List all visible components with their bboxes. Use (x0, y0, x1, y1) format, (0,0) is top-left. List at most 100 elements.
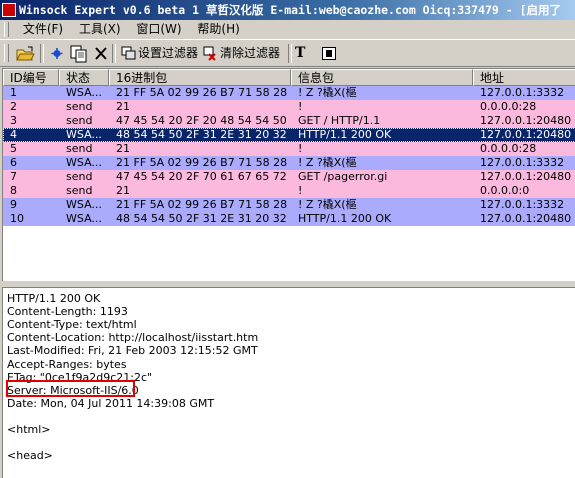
packet-list-header: ID编号 状态 16进制包 信息包 地址 (3, 69, 575, 86)
open-folder-icon[interactable] (14, 43, 36, 64)
table-row[interactable]: 8 send 21! 0.0.0.0:0 (3, 184, 575, 198)
cell-hex: 48 54 54 50 2F 31 2E 31 20 32 3... (116, 212, 291, 225)
table-row[interactable]: 10 WSA... 48 54 54 50 2F 31 2E 31 20 32 3.… (3, 212, 575, 226)
window-title-bar[interactable]: Winsock Expert v0.6 beta 1 草哲汉化版 E-mail:… (0, 0, 575, 20)
clear-filter-icon (203, 46, 216, 61)
toolbar-separator (288, 44, 292, 63)
detail-line: <html> (7, 423, 51, 436)
cell-addr: 127.0.0.1:3332 (480, 156, 565, 169)
table-row[interactable]: 7 send 47 45 54 20 2F 70 61 67 65 72 72...… (3, 170, 575, 184)
toolbar-grip (4, 44, 9, 62)
cell-status: send (66, 100, 93, 113)
cell-id: 3 (10, 114, 17, 127)
detail-line: Accept-Ranges: bytes (7, 357, 127, 371)
copy-icon[interactable] (68, 43, 90, 64)
table-row[interactable]: 9 WSA... 21 FF 5A 02 99 26 B7 71 58 28 B..… (3, 198, 575, 212)
detail-line: <head> (7, 449, 53, 463)
cell-hex: 21 FF 5A 02 99 26 B7 71 58 28 B... (116, 156, 291, 169)
clear-filter-label: 清除过滤器 (220, 46, 281, 60)
detail-line: Date: Mon, 04 Jul 2011 14:39:08 GMT (7, 396, 215, 410)
menu-file[interactable]: 文件(F) (17, 20, 69, 39)
cell-packet: HTTP/1.1 200 OK (298, 128, 392, 141)
cell-addr: 127.0.0.1:3332 (480, 198, 565, 211)
menu-tools[interactable]: 工具(X) (73, 20, 127, 39)
cell-packet: ! Z ?橇X(樞 (298, 198, 357, 211)
toolbar-separator (112, 44, 116, 63)
window-title: Winsock Expert v0.6 beta 1 草哲汉化版 E-mail:… (19, 3, 562, 17)
table-row[interactable]: 5 send 21! 0.0.0.0:28 (3, 142, 575, 156)
cell-status: WSA... (66, 86, 102, 99)
cell-packet: ! (298, 142, 303, 155)
cell-id: 8 (10, 184, 17, 197)
cell-id: 5 (10, 142, 17, 155)
window-view-icon[interactable] (320, 43, 338, 64)
column-header-status[interactable]: 状态 (59, 69, 109, 86)
cell-id: 6 (10, 156, 17, 169)
toolbar: 设置过滤器 清除过滤器 T (0, 39, 575, 67)
cell-status: WSA... (66, 212, 102, 225)
cell-status: send (66, 114, 93, 127)
app-icon (2, 3, 16, 17)
cell-id: 10 (10, 212, 24, 225)
menu-help[interactable]: 帮助(H) (191, 20, 245, 39)
clear-filter-button[interactable]: 清除过滤器 (202, 43, 280, 64)
cell-addr: 127.0.0.1:20480 (480, 212, 572, 225)
cell-packet: ! Z ?橇X(樞 (298, 86, 357, 99)
cell-status: send (66, 142, 93, 155)
cell-hex: 21 (116, 184, 130, 197)
table-row[interactable]: 4 WSA... 48 54 54 50 2F 31 2E 31 20 32 3..… (3, 128, 575, 142)
delete-icon[interactable] (92, 43, 110, 64)
set-filter-button[interactable]: 设置过滤器 (120, 43, 198, 64)
add-icon[interactable] (48, 43, 66, 64)
cell-id: 7 (10, 170, 17, 183)
detail-line: Content-Length: 1193 (7, 305, 128, 319)
cell-hex: 21 FF 5A 02 99 26 B7 71 58 28 B... (116, 86, 291, 99)
menu-bar: 文件(F) 工具(X) 窗口(W) 帮助(H) (0, 20, 575, 39)
cell-id: 9 (10, 198, 17, 211)
table-row[interactable]: 6 WSA... 21 FF 5A 02 99 26 B7 71 58 28 B..… (3, 156, 575, 170)
detail-line: HTTP/1.1 200 OK (7, 292, 101, 305)
packet-list[interactable]: ID编号 状态 16进制包 信息包 地址 1 WSA... 21 FF 5A 02 … (2, 68, 575, 281)
column-header-address[interactable]: 地址 (473, 69, 575, 86)
cell-packet: ! (298, 184, 303, 197)
cell-addr: 0.0.0.0:28 (480, 100, 537, 113)
cell-packet: GET / HTTP/1.1 (298, 114, 381, 127)
cell-hex: 47 45 54 20 2F 20 48 54 54 50 2F... (116, 114, 291, 127)
column-header-hex[interactable]: 16进制包 (109, 69, 291, 86)
cell-addr: 127.0.0.1:20480 (480, 114, 572, 127)
cell-status: send (66, 184, 93, 197)
cell-id: 1 (10, 86, 17, 99)
cell-status: WSA... (66, 128, 102, 141)
packet-detail-pane[interactable]: HTTP/1.1 200 OK Content-Length: 1193 Conte… (2, 287, 575, 478)
cell-status: WSA... (66, 198, 102, 211)
table-row[interactable]: 3 send 47 45 54 20 2F 20 48 54 54 50 2F...… (3, 114, 575, 128)
detail-line: Content-Location: http://localhost/iisst… (7, 331, 259, 345)
cell-addr: 127.0.0.1:20480 (480, 170, 572, 183)
menu-window[interactable]: 窗口(W) (130, 20, 187, 39)
text-view-button[interactable]: T (295, 43, 305, 64)
cell-status: send (66, 170, 93, 183)
set-filter-label: 设置过滤器 (138, 46, 199, 60)
server-header-highlight (6, 380, 135, 397)
cell-packet: HTTP/1.1 200 OK (298, 212, 392, 225)
cell-id: 2 (10, 100, 17, 113)
cell-status: WSA... (66, 156, 102, 169)
cell-hex: 47 45 54 20 2F 70 61 67 65 72 72... (116, 170, 291, 183)
cell-hex: 21 (116, 100, 130, 113)
cell-addr: 127.0.0.1:3332 (480, 86, 565, 99)
toolbar-separator (40, 44, 44, 63)
column-header-id[interactable]: ID编号 (3, 69, 59, 86)
cell-hex: 21 FF 5A 02 99 26 B7 71 58 28 B... (116, 198, 291, 211)
filter-icon (121, 46, 136, 60)
cell-packet: GET /pagerror.gi (298, 170, 388, 183)
cell-hex: 48 54 54 50 2F 31 2E 31 20 32 3... (116, 128, 291, 141)
cell-addr: 127.0.0.1:20480 (480, 128, 572, 141)
cell-addr: 0.0.0.0:28 (480, 142, 537, 155)
cell-hex: 21 (116, 142, 130, 155)
menubar-grip (4, 22, 9, 37)
cell-packet: ! (298, 100, 303, 113)
detail-line: Last-Modified: Fri, 21 Feb 2003 12:15:52… (7, 344, 258, 358)
column-header-packet[interactable]: 信息包 (291, 69, 473, 86)
table-row[interactable]: 2 send 21! 0.0.0.0:28 (3, 100, 575, 114)
table-row[interactable]: 1 WSA... 21 FF 5A 02 99 26 B7 71 58 28 B..… (3, 86, 575, 100)
